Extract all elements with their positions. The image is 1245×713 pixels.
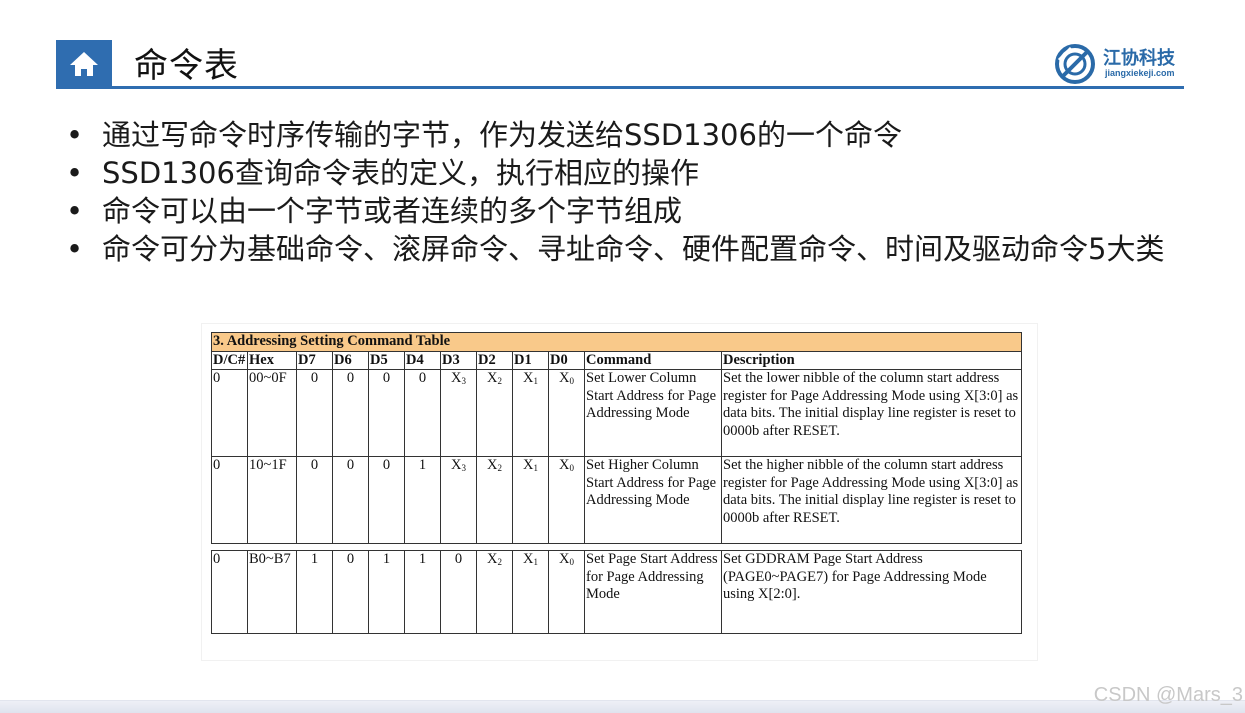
bit-cell: X2 xyxy=(476,369,513,458)
bit-cell: 0 xyxy=(296,369,333,458)
bullet-item: • 通过写命令时序传输的字节，作为发送给SSD1306的一个命令 xyxy=(66,116,1176,154)
bullet-text: 通过写命令时序传输的字节，作为发送给SSD1306的一个命令 xyxy=(102,118,902,152)
bit-cell: X0 xyxy=(548,550,585,635)
description-cell: Set the higher nibble of the column star… xyxy=(721,456,1022,545)
column-header: D0 xyxy=(548,350,585,371)
bit-cell: X0 xyxy=(548,456,585,545)
column-header: D1 xyxy=(512,350,549,371)
bit-cell: 1 xyxy=(404,456,441,545)
watermark: CSDN @Mars_3 xyxy=(1093,684,1243,706)
hex-cell: 10~1F xyxy=(247,456,297,545)
bit-cell: X1 xyxy=(512,369,549,458)
addressing-command-table: 3. Addressing Setting Command Table D/C#… xyxy=(211,332,1022,635)
bit-cell: X1 xyxy=(512,456,549,545)
table-row: 0 10~1F 0 0 0 1 X3 X2 X1 X0 Set Higher C… xyxy=(211,456,1022,545)
command-cell: Set Page Start Address for Page Addressi… xyxy=(584,550,722,635)
column-header: Hex xyxy=(247,350,297,371)
bit-cell: 0 xyxy=(368,369,405,458)
bullet-text: SSD1306查询命令表的定义，执行相应的操作 xyxy=(102,156,699,190)
bit-cell: 0 xyxy=(332,550,369,635)
bit-cell: X2 xyxy=(476,456,513,545)
column-header: D2 xyxy=(476,350,513,371)
description-cell: Set the lower nibble of the column start… xyxy=(721,369,1022,458)
command-table-image: 3. Addressing Setting Command Table D/C#… xyxy=(202,324,1037,660)
bit-cell: 0 xyxy=(368,456,405,545)
dc-cell: 0 xyxy=(211,550,248,635)
bit-cell: X3 xyxy=(440,456,477,545)
bit-cell: 0 xyxy=(440,550,477,635)
column-header: D5 xyxy=(368,350,405,371)
page-title: 命令表 xyxy=(134,46,239,86)
bullet-dot: • xyxy=(66,118,84,152)
column-header: D3 xyxy=(440,350,477,371)
bit-cell: 0 xyxy=(332,369,369,458)
table-row: 0 00~0F 0 0 0 0 X3 X2 X1 X0 Set Lower Co… xyxy=(211,369,1022,458)
table-row: 0 B0~B7 1 0 1 1 0 X2 X1 X0 Set Page Star… xyxy=(211,550,1022,635)
bullet-text: 命令可分为基础命令、滚屏命令、寻址命令、硬件配置命令、时间及驱动命令5大类 xyxy=(102,232,1165,266)
column-header: D4 xyxy=(404,350,441,371)
bullet-item: • SSD1306查询命令表的定义，执行相应的操作 xyxy=(66,154,1176,192)
bullet-dot: • xyxy=(66,156,84,190)
home-button[interactable] xyxy=(56,40,112,88)
column-header: D/C# xyxy=(211,350,248,371)
bit-cell: X0 xyxy=(548,369,585,458)
command-cell: Set Lower Column Start Address for Page … xyxy=(584,369,722,458)
hex-cell: B0~B7 xyxy=(247,550,297,635)
bit-cell: 0 xyxy=(296,456,333,545)
bit-cell: X2 xyxy=(476,550,513,635)
description-cell: Set GDDRAM Page Start Address (PAGE0~PAG… xyxy=(721,550,1022,635)
dc-cell: 0 xyxy=(211,456,248,545)
home-icon xyxy=(70,52,98,76)
table-gap xyxy=(211,543,1022,551)
bullet-dot: • xyxy=(66,232,84,266)
bullet-list: • 通过写命令时序传输的字节，作为发送给SSD1306的一个命令 • SSD13… xyxy=(66,116,1176,268)
bullet-item: • 命令可以由一个字节或者连续的多个字节组成 xyxy=(66,192,1176,230)
column-header: D6 xyxy=(332,350,369,371)
header-divider xyxy=(56,86,1184,89)
bullet-text: 命令可以由一个字节或者连续的多个字节组成 xyxy=(102,194,683,228)
logo-mark-icon xyxy=(1055,44,1095,84)
column-header: Command xyxy=(584,350,722,371)
bullet-dot: • xyxy=(66,194,84,228)
bit-cell: 1 xyxy=(296,550,333,635)
column-header: Description xyxy=(721,350,1022,371)
command-cell: Set Higher Column Start Address for Page… xyxy=(584,456,722,545)
dc-cell: 0 xyxy=(211,369,248,458)
column-header: D7 xyxy=(296,350,333,371)
table-header-row: D/C# Hex D7 D6 D5 D4 D3 D2 D1 D0 Command… xyxy=(211,350,1022,371)
brand-logo: 江协科技 jiangxiekeji.com xyxy=(1053,42,1183,86)
bit-cell: 0 xyxy=(332,456,369,545)
bit-cell: 1 xyxy=(404,550,441,635)
table-caption: 3. Addressing Setting Command Table xyxy=(211,332,1022,352)
slide-bottom-band xyxy=(0,700,1245,713)
logo-name: 江协科技 xyxy=(1103,48,1175,69)
bit-cell: X3 xyxy=(440,369,477,458)
logo-domain: jiangxiekeji.com xyxy=(1105,68,1175,78)
hex-cell: 00~0F xyxy=(247,369,297,458)
bit-cell: 1 xyxy=(368,550,405,635)
bit-cell: X1 xyxy=(512,550,549,635)
bullet-item: • 命令可分为基础命令、滚屏命令、寻址命令、硬件配置命令、时间及驱动命令5大类 xyxy=(66,230,1176,268)
bit-cell: 0 xyxy=(404,369,441,458)
